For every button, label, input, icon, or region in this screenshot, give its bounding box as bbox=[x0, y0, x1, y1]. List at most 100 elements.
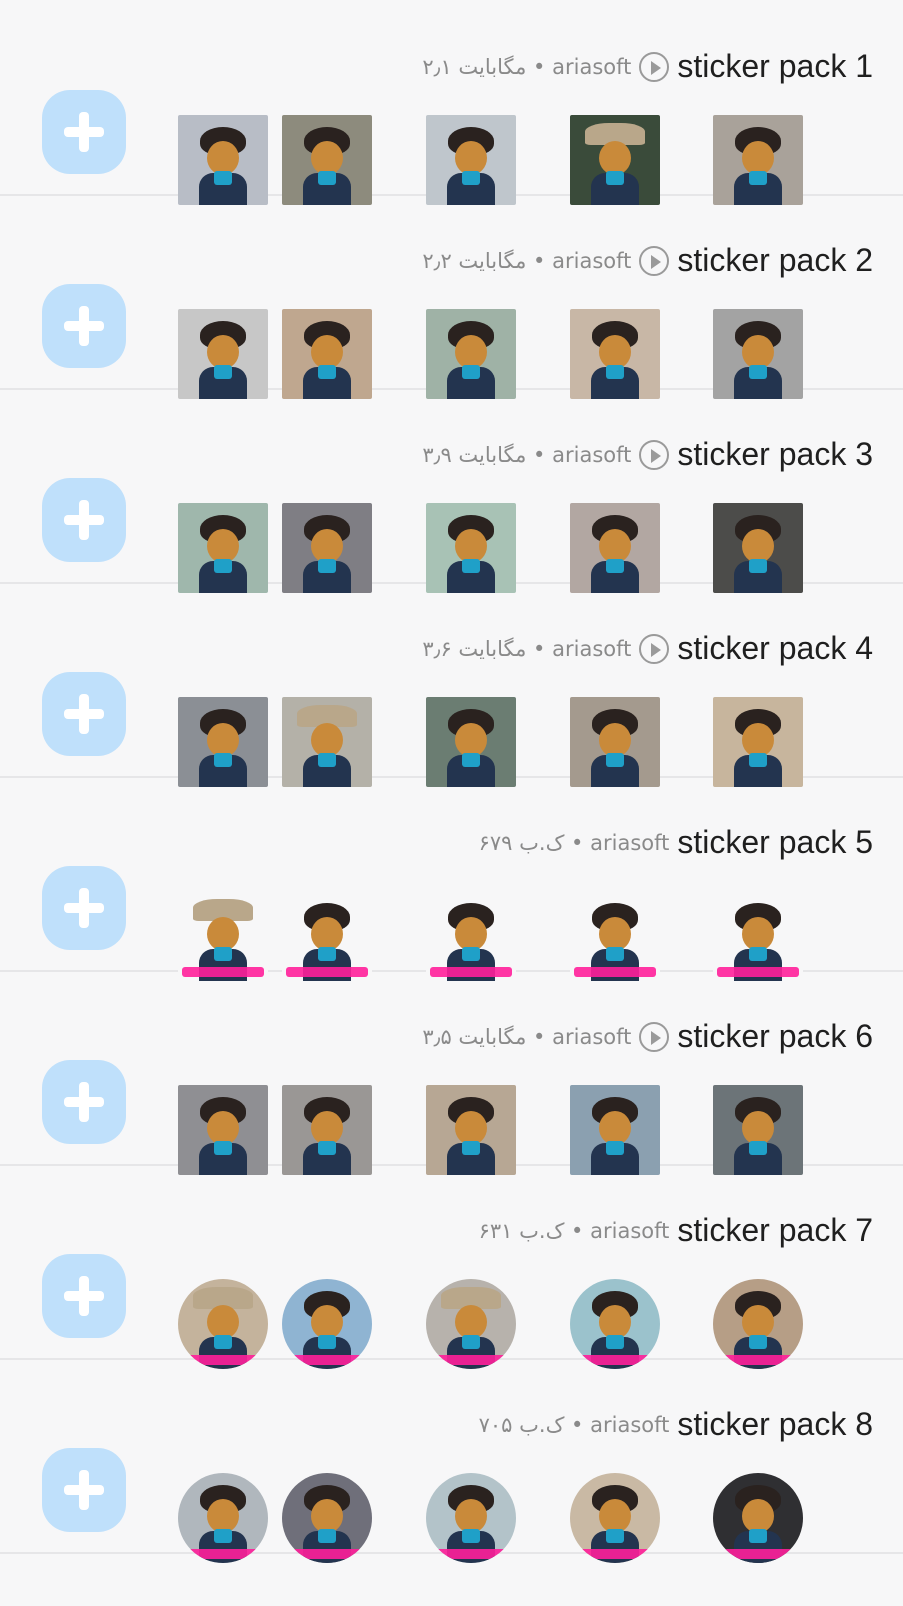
puppet-scarf bbox=[606, 1335, 624, 1349]
sticker-thumbnail[interactable] bbox=[713, 503, 803, 593]
sticker-pack-row[interactable]: ۶۳۱ ک.ب • ariasoft sticker pack 7 bbox=[0, 1164, 903, 1369]
pack-title: sticker pack 1 bbox=[677, 48, 873, 84]
sticker-thumbnail[interactable] bbox=[570, 1085, 660, 1175]
sticker-thumbnail[interactable] bbox=[282, 1279, 372, 1369]
sticker-thumbnail[interactable] bbox=[570, 697, 660, 787]
puppet-face bbox=[455, 335, 487, 369]
pack-meta: ۶۳۱ ک.ب • ariasoft bbox=[478, 1218, 670, 1243]
puppet-scarf bbox=[214, 1529, 232, 1543]
pack-meta: ۲٫۲ مگابایت • ariasoft bbox=[422, 248, 632, 273]
puppet-face bbox=[742, 335, 774, 369]
sticker-thumbnail[interactable] bbox=[426, 697, 516, 787]
sticker-thumbnail[interactable] bbox=[426, 503, 516, 593]
sticker-thumbnail[interactable] bbox=[713, 115, 803, 205]
sticker-thumbnail[interactable] bbox=[282, 503, 372, 593]
sticker-thumbnail[interactable] bbox=[282, 891, 372, 981]
sticker-thumbnail[interactable] bbox=[570, 115, 660, 205]
pack-header: ۲٫۱ مگابایت • ariasoft sticker pack 1 bbox=[422, 48, 873, 85]
puppet-face bbox=[455, 1305, 487, 1339]
pack-header: ۳٫۵ مگابایت • ariasoft sticker pack 6 bbox=[422, 1018, 873, 1055]
sticker-pack-row[interactable]: ۲٫۲ مگابایت • ariasoft sticker pack 2 bbox=[0, 194, 903, 399]
puppet-face bbox=[742, 1111, 774, 1145]
puppet-face bbox=[311, 141, 343, 175]
puppet-face bbox=[311, 917, 343, 951]
puppet-face bbox=[599, 335, 631, 369]
sticker-thumbnail[interactable] bbox=[713, 1279, 803, 1369]
puppet-scarf bbox=[462, 559, 480, 573]
pack-meta: ۶۷۹ ک.ب • ariasoft bbox=[478, 830, 670, 855]
sticker-thumbnail[interactable] bbox=[282, 697, 372, 787]
pack-meta: ۳٫۶ مگابایت • ariasoft bbox=[422, 636, 632, 661]
sticker-thumbnail[interactable] bbox=[713, 309, 803, 399]
pack-title: sticker pack 8 bbox=[677, 1406, 873, 1442]
puppet-face bbox=[599, 1305, 631, 1339]
sticker-thumbnail[interactable] bbox=[178, 503, 268, 593]
sticker-thumbnail[interactable] bbox=[570, 503, 660, 593]
puppet-scarf bbox=[462, 947, 480, 961]
sticker-thumbnail[interactable] bbox=[282, 1085, 372, 1175]
sticker-pack-row[interactable]: ۲٫۱ مگابایت • ariasoft sticker pack 1 bbox=[0, 0, 903, 205]
puppet-scarf bbox=[462, 1141, 480, 1155]
puppet-scarf bbox=[318, 947, 336, 961]
sticker-thumbnail[interactable] bbox=[178, 115, 268, 205]
sticker-thumbnail[interactable] bbox=[178, 309, 268, 399]
sticker-pack-row[interactable]: ۳٫۶ مگابایت • ariasoft sticker pack 4 bbox=[0, 582, 903, 787]
puppet-scarf bbox=[606, 365, 624, 379]
puppet-face bbox=[207, 723, 239, 757]
puppet-face bbox=[742, 1499, 774, 1533]
puppet-scarf bbox=[606, 947, 624, 961]
sticker-thumbnail[interactable] bbox=[713, 697, 803, 787]
puppet-face bbox=[599, 723, 631, 757]
sticker-thumbnail[interactable] bbox=[570, 1473, 660, 1563]
puppet-scarf bbox=[214, 947, 232, 961]
pack-title: sticker pack 6 bbox=[677, 1018, 873, 1054]
sticker-pack-row[interactable]: ۷۰۵ ک.ب • ariasoft sticker pack 8 bbox=[0, 1358, 903, 1563]
puppet-face bbox=[455, 141, 487, 175]
sticker-preview-row bbox=[0, 309, 903, 399]
puppet-scarf bbox=[749, 559, 767, 573]
sticker-thumbnail[interactable] bbox=[178, 1085, 268, 1175]
sticker-thumbnail[interactable] bbox=[178, 891, 268, 981]
puppet-scarf bbox=[462, 753, 480, 767]
sticker-thumbnail[interactable] bbox=[713, 1473, 803, 1563]
puppet-face bbox=[207, 1305, 239, 1339]
sticker-thumbnail[interactable] bbox=[426, 115, 516, 205]
sticker-thumbnail[interactable] bbox=[282, 115, 372, 205]
sticker-thumbnail[interactable] bbox=[178, 697, 268, 787]
sticker-thumbnail[interactable] bbox=[570, 891, 660, 981]
sticker-thumbnail[interactable] bbox=[713, 891, 803, 981]
sticker-pack-row[interactable]: ۳٫۹ مگابایت • ariasoft sticker pack 3 bbox=[0, 388, 903, 593]
sticker-caption bbox=[286, 1549, 368, 1559]
puppet-face bbox=[207, 141, 239, 175]
play-icon bbox=[639, 51, 670, 82]
puppet-scarf bbox=[606, 753, 624, 767]
puppet-scarf bbox=[318, 365, 336, 379]
sticker-thumbnail[interactable] bbox=[426, 309, 516, 399]
puppet-scarf bbox=[462, 1335, 480, 1349]
sticker-thumbnail[interactable] bbox=[178, 1473, 268, 1563]
sticker-caption bbox=[717, 1549, 799, 1559]
sticker-preview-row bbox=[0, 115, 903, 205]
sticker-thumbnail[interactable] bbox=[426, 1085, 516, 1175]
puppet-scarf bbox=[749, 1335, 767, 1349]
puppet-scarf bbox=[749, 171, 767, 185]
sticker-caption bbox=[574, 1549, 656, 1559]
sticker-pack-row[interactable]: ۶۷۹ ک.ب • ariasoft sticker pack 5 bbox=[0, 776, 903, 981]
sticker-thumbnail[interactable] bbox=[282, 1473, 372, 1563]
play-icon bbox=[639, 245, 670, 276]
sticker-thumbnail[interactable] bbox=[570, 1279, 660, 1369]
sticker-thumbnail[interactable] bbox=[570, 309, 660, 399]
puppet-face bbox=[455, 1111, 487, 1145]
puppet-scarf bbox=[318, 1529, 336, 1543]
puppet-scarf bbox=[318, 559, 336, 573]
puppet-scarf bbox=[318, 1335, 336, 1349]
puppet-scarf bbox=[462, 365, 480, 379]
sticker-pack-row[interactable]: ۳٫۵ مگابایت • ariasoft sticker pack 6 bbox=[0, 970, 903, 1175]
puppet-face bbox=[455, 529, 487, 563]
sticker-thumbnail[interactable] bbox=[426, 1279, 516, 1369]
sticker-thumbnail[interactable] bbox=[282, 309, 372, 399]
sticker-thumbnail[interactable] bbox=[178, 1279, 268, 1369]
sticker-thumbnail[interactable] bbox=[713, 1085, 803, 1175]
sticker-thumbnail[interactable] bbox=[426, 891, 516, 981]
sticker-thumbnail[interactable] bbox=[426, 1473, 516, 1563]
